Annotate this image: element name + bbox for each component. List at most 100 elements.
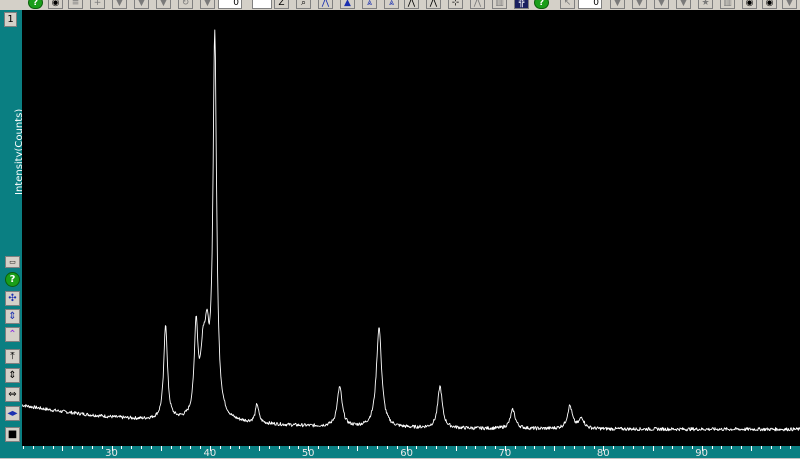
settings-icon[interactable]: ◉ [48, 0, 63, 9]
down-arrow-icon[interactable]: ▼ [782, 0, 797, 9]
down-arrow-icon[interactable]: ▼ [200, 0, 215, 9]
x-tick [377, 446, 379, 449]
chevron-up-icon[interactable]: ⌃ [5, 327, 20, 342]
vertical-arrows-icon[interactable]: ⇕ [5, 368, 20, 383]
x-tick [436, 446, 438, 449]
plot-area[interactable] [21, 10, 800, 446]
x-tick [327, 446, 329, 449]
x-tick [563, 446, 565, 449]
x-tick [180, 446, 182, 449]
x-tick [485, 446, 487, 449]
zoom-z-icon[interactable]: Z [274, 0, 289, 9]
peak-label-icon[interactable]: ⩓ [362, 0, 377, 9]
x-tick [642, 446, 644, 449]
panel-number-button[interactable]: 1 [4, 12, 17, 27]
step-value-field[interactable]: 0 [578, 0, 602, 9]
record-icon[interactable]: ◉ [762, 0, 777, 9]
expand-icon[interactable]: ◂▸ [5, 406, 20, 421]
x-tick [445, 446, 447, 449]
x-tick [475, 446, 477, 449]
peak-edit-icon[interactable]: ⋀ [404, 0, 419, 9]
compress-vertical-icon[interactable]: ⇕ [5, 309, 20, 324]
x-tick [357, 446, 359, 451]
x-tick [62, 446, 64, 451]
x-tick [583, 446, 585, 449]
x-tick [623, 446, 624, 449]
x-tick [91, 446, 93, 449]
x-tick [170, 446, 172, 449]
x-tick [662, 446, 664, 449]
x-tick [386, 446, 388, 449]
x-tick [82, 446, 83, 449]
down-arrow-icon[interactable]: ▼ [112, 0, 127, 9]
peak-search-icon[interactable]: ⩓ [384, 0, 399, 9]
stop-icon[interactable]: ■ [5, 427, 20, 442]
x-tick [32, 446, 34, 449]
x-tick [239, 446, 241, 449]
left-side-panel: 1 Intensity(Counts) ▭ ? ✣ ⇕ ⌃ ⤒ ⇕ ⇔ ◂▸ ■ [0, 10, 25, 458]
x-tick [268, 446, 270, 449]
settings-icon[interactable]: ◉ [742, 0, 757, 9]
columns-icon[interactable]: ▥ [720, 0, 735, 9]
refresh-icon[interactable]: ↻ [178, 0, 193, 9]
x-tick [682, 446, 683, 449]
x-tick [150, 446, 152, 449]
horizontal-arrows-icon[interactable]: ⇔ [5, 387, 20, 402]
x-tick [760, 446, 762, 449]
image-icon[interactable]: ▭ [5, 256, 20, 268]
x-tick [554, 446, 556, 451]
down-arrow-icon[interactable]: ▼ [610, 0, 625, 9]
x-tick [259, 446, 260, 451]
x-tick [741, 446, 742, 449]
down-arrow-icon[interactable]: ▼ [654, 0, 669, 9]
list-icon[interactable]: ≡ [68, 0, 83, 9]
down-arrow-icon[interactable]: ▼ [156, 0, 171, 9]
zoom-value-field[interactable]: 0 [218, 0, 242, 9]
down-arrow-icon[interactable]: ▼ [676, 0, 691, 9]
x-tick [465, 446, 467, 449]
x-tick [72, 446, 74, 449]
x-tick [249, 446, 251, 449]
x-tick [544, 446, 546, 449]
help-icon[interactable]: ? [534, 0, 549, 9]
x-tick [141, 446, 142, 449]
down-arrow-icon[interactable]: ▼ [134, 0, 149, 9]
x-tick [534, 446, 536, 449]
x-tick [229, 446, 231, 449]
x-tick [23, 446, 24, 449]
x-tick [780, 446, 782, 449]
x-tick [337, 446, 339, 449]
expand-horizontal-icon[interactable]: ✣ [5, 291, 20, 306]
x-tick [770, 446, 772, 449]
add-icon[interactable]: + [90, 0, 105, 9]
x-tick [190, 446, 192, 449]
x-tick [455, 446, 457, 451]
peak-icon[interactable]: ⋀ [318, 0, 333, 9]
help-icon[interactable]: ? [5, 272, 20, 287]
peak-pattern-icon[interactable]: ⋀ [426, 0, 441, 9]
peak-fill-icon[interactable]: ▲ [340, 0, 355, 9]
x-tick [573, 446, 575, 449]
pointer-icon[interactable]: ↖ [560, 0, 575, 9]
x-tick [672, 446, 674, 449]
x-tick [52, 446, 54, 449]
grid-icon[interactable]: ╬ [514, 0, 529, 9]
down-arrow-icon[interactable]: ▼ [632, 0, 647, 9]
peak-compare-icon[interactable]: ⋀ [470, 0, 485, 9]
magnifier-icon[interactable]: ⌕ [296, 0, 311, 9]
peak-marker-icon[interactable]: ⊹ [448, 0, 463, 9]
x-tick [347, 446, 349, 449]
x-tick [731, 446, 733, 449]
x-tick [790, 446, 792, 449]
intensity-trace [21, 29, 800, 432]
help-icon[interactable]: ? [28, 0, 43, 9]
to-top-icon[interactable]: ⤒ [5, 349, 20, 364]
star-icon[interactable]: ★ [698, 0, 713, 9]
x-tick [426, 446, 428, 449]
x-tick [524, 446, 526, 449]
x-tick [750, 446, 752, 451]
bar-chart-icon[interactable]: ▥ [492, 0, 507, 9]
x-tick [278, 446, 280, 449]
xrd-pattern-chart [21, 29, 800, 432]
range-field[interactable] [252, 0, 272, 9]
